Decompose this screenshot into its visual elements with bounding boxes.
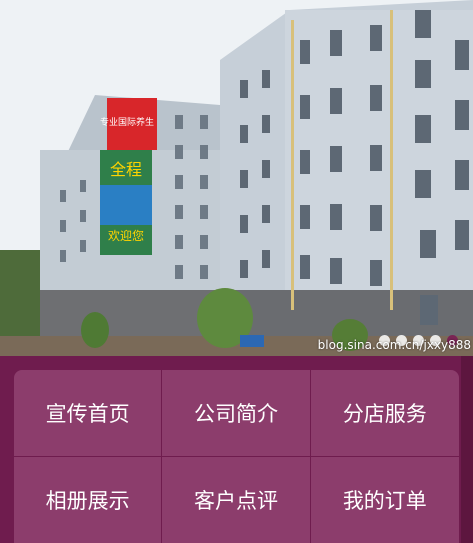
menu-item-orders[interactable]: 我的订单 [311, 457, 459, 543]
banner-photo: 专业国际养生 全程 欢迎您 [0, 0, 473, 356]
menu-item-reviews[interactable]: 客户点评 [162, 456, 311, 543]
right-edge-strip [461, 356, 473, 543]
menu-item-about[interactable]: 公司简介 [162, 370, 311, 457]
banner-carousel[interactable]: 专业国际养生 全程 欢迎您 blog.sina.com.cn/jxxy888 [0, 0, 473, 356]
menu-item-home[interactable]: 宣传首页 [14, 370, 163, 457]
sign-text-top: 专业国际养生 [100, 116, 154, 128]
nav-menu-grid: 宣传首页 公司简介 分店服务 相册展示 客户点评 我的订单 [14, 370, 459, 543]
sign-text-mid: 全程 [110, 160, 142, 179]
menu-item-gallery[interactable]: 相册展示 [14, 456, 163, 543]
photo-watermark: blog.sina.com.cn/jxxy888 [317, 338, 471, 352]
sign-text-bottom: 欢迎您 [108, 228, 144, 243]
menu-item-branches[interactable]: 分店服务 [310, 370, 459, 457]
